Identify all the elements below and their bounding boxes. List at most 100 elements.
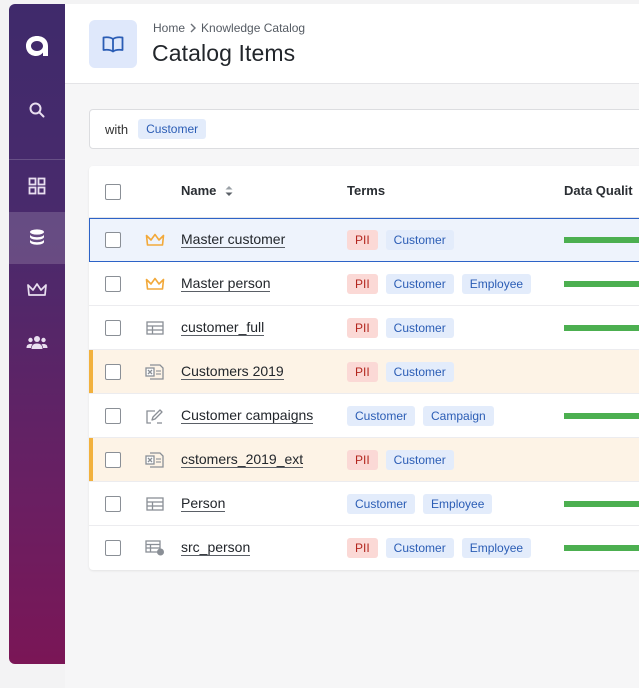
terms-cell: PII Customer Employee [347,274,532,294]
row-checkbox[interactable] [105,364,121,380]
term-tag[interactable]: PII [347,230,378,250]
excel-file-icon [145,451,165,469]
terms-cell: PII Customer [347,362,454,382]
app-logo[interactable] [9,26,65,66]
database-icon [30,229,44,245]
term-tag[interactable]: Customer [347,406,416,426]
table-db-icon [145,539,165,557]
terms-cell: PII Customer [347,318,454,338]
column-header-data-quality[interactable]: Data Qualit [564,183,633,198]
data-quality-good-segment [564,545,639,551]
column-header-name-label: Name [181,183,217,198]
table-row[interactable]: Master person PII Customer Employee [89,262,639,306]
column-header-terms[interactable]: Terms [347,183,385,198]
term-tag[interactable]: Employee [423,494,493,514]
item-name-link[interactable]: Person [181,495,226,512]
data-quality-bar [564,325,639,331]
catalog-table: Name Terms Data Qualit Master customer PI… [89,166,639,570]
term-tag[interactable]: Customer [385,318,454,338]
row-checkbox[interactable] [105,232,121,248]
table-row[interactable]: Master customer PII Customer [89,218,639,262]
item-name-link[interactable]: src_person [181,539,251,556]
excel-file-icon [145,363,165,381]
data-quality-bar [564,501,639,507]
table-row[interactable]: cstomers_2019_ext PII Customer [89,438,639,482]
term-tag[interactable]: PII [347,362,378,382]
term-tag[interactable]: Customer [347,494,416,514]
search-nav-button[interactable] [9,84,65,136]
data-quality-bar [564,545,639,551]
chevron-right-icon [190,23,197,33]
row-checkbox[interactable] [105,540,121,556]
terms-cell: PII Customer [347,450,454,470]
users-nav-button[interactable] [9,316,65,368]
catalog-header-icon [89,20,137,68]
term-tag[interactable]: Employee [461,274,532,294]
sidebar [9,4,65,664]
term-tag[interactable]: Customer [385,362,454,382]
users-icon [26,336,48,349]
table-row[interactable]: Customers 2019 PII Customer [89,350,639,394]
filter-tag[interactable]: Customer [138,119,207,139]
row-checkbox[interactable] [105,496,121,512]
item-name-link[interactable]: Master person [181,275,271,292]
term-tag[interactable]: PII [347,318,378,338]
filter-bar[interactable]: with Customer [89,109,639,149]
data-quality-bar [564,237,639,243]
item-name-link[interactable]: Customers 2019 [181,363,284,380]
term-tag[interactable]: PII [347,274,378,294]
term-tag[interactable]: Campaign [423,406,494,426]
dashboard-icon [28,177,46,195]
terms-cell: Customer Campaign [347,406,494,426]
breadcrumb-current[interactable]: Knowledge Catalog [201,21,305,35]
row-checkbox[interactable] [105,276,121,292]
data-quality-good-segment [564,325,639,331]
term-tag[interactable]: Customer [385,230,454,250]
master-data-nav-button[interactable] [9,264,65,316]
term-tag[interactable]: Customer [385,274,454,294]
table-body: Master customer PII Customer Master person P… [89,218,639,570]
terms-cell: Customer Employee [347,494,493,514]
breadcrumb-home[interactable]: Home [153,21,185,35]
terms-cell: PII Customer [347,230,454,250]
item-name-link[interactable]: Master customer [181,231,286,248]
row-checkbox[interactable] [105,408,121,424]
catalog-nav-button[interactable] [9,212,65,264]
term-tag[interactable]: PII [347,538,378,558]
data-quality-bar [564,281,639,287]
item-name-link[interactable]: Customer campaigns [181,407,314,424]
filter-label: with [105,121,129,137]
table-icon [145,319,165,337]
term-tag[interactable]: PII [347,450,378,470]
item-name-link[interactable]: cstomers_2019_ext [181,451,304,468]
table-row[interactable]: src_person PII Customer Employee [89,526,639,570]
page-title: Catalog Items [152,40,296,66]
item-name-link[interactable]: customer_full [181,319,265,336]
data-quality-bar [564,413,639,419]
edit-doc-icon [145,407,165,425]
terms-cell: PII Customer Employee [347,538,532,558]
data-quality-good-segment [564,237,639,243]
column-header-name[interactable]: Name [181,183,234,198]
row-checkbox[interactable] [105,320,121,336]
term-tag[interactable]: Customer [385,538,454,558]
term-tag[interactable]: Employee [461,538,532,558]
table-icon [145,495,165,513]
book-icon [102,36,124,53]
table-row[interactable]: Customer campaigns Customer Campaign [89,394,639,438]
row-checkbox[interactable] [105,452,121,468]
term-tag[interactable]: Customer [385,450,454,470]
dashboard-nav-button[interactable] [9,160,65,212]
sort-icon[interactable] [224,184,234,198]
search-icon [29,102,45,118]
table-header: Name Terms Data Qualit [89,166,639,218]
page-header: Home Knowledge Catalog Catalog Items [65,4,639,84]
select-all-checkbox[interactable] [105,184,121,200]
crown-icon [27,283,47,296]
breadcrumb: Home Knowledge Catalog [153,21,305,35]
table-row[interactable]: customer_full PII Customer [89,306,639,350]
table-row[interactable]: Person Customer Employee [89,482,639,526]
data-quality-good-segment [564,501,639,507]
data-quality-good-segment [564,281,639,287]
data-quality-good-segment [564,413,639,419]
